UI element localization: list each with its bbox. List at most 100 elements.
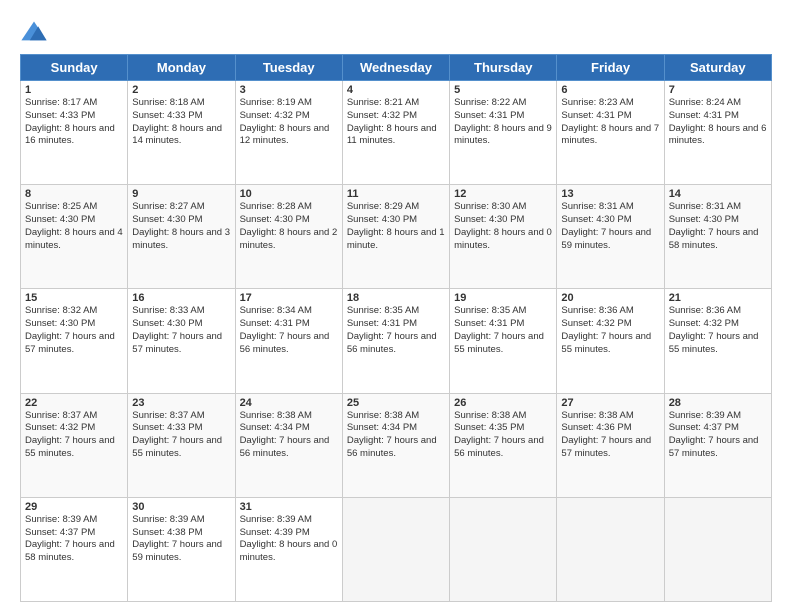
sunset-label: Sunset: 4:33 PM <box>132 422 202 433</box>
calendar-cell: 26 Sunrise: 8:38 AM Sunset: 4:35 PM Dayl… <box>450 393 557 497</box>
calendar-cell: 31 Sunrise: 8:39 AM Sunset: 4:39 PM Dayl… <box>235 497 342 601</box>
daylight-label: Daylight: 8 hours and 2 minutes. <box>240 227 338 251</box>
calendar-cell: 12 Sunrise: 8:30 AM Sunset: 4:30 PM Dayl… <box>450 185 557 289</box>
sunset-label: Sunset: 4:31 PM <box>669 110 739 121</box>
daylight-label: Daylight: 7 hours and 57 minutes. <box>561 435 651 459</box>
calendar-week-4: 22 Sunrise: 8:37 AM Sunset: 4:32 PM Dayl… <box>21 393 772 497</box>
day-number: 14 <box>669 188 767 200</box>
sunset-label: Sunset: 4:34 PM <box>347 422 417 433</box>
daylight-label: Daylight: 7 hours and 58 minutes. <box>25 539 115 563</box>
day-number: 3 <box>240 84 338 96</box>
day-number: 29 <box>25 501 123 513</box>
daylight-label: Daylight: 8 hours and 0 minutes. <box>454 227 552 251</box>
calendar-cell: 2 Sunrise: 8:18 AM Sunset: 4:33 PM Dayli… <box>128 81 235 185</box>
day-number: 12 <box>454 188 552 200</box>
day-number: 7 <box>669 84 767 96</box>
sunset-label: Sunset: 4:31 PM <box>454 110 524 121</box>
day-info: Sunrise: 8:32 AM Sunset: 4:30 PM Dayligh… <box>25 305 123 356</box>
daylight-label: Daylight: 7 hours and 55 minutes. <box>669 331 759 355</box>
sunrise-label: Sunrise: 8:35 AM <box>454 305 526 316</box>
daylight-label: Daylight: 7 hours and 57 minutes. <box>25 331 115 355</box>
calendar-cell: 10 Sunrise: 8:28 AM Sunset: 4:30 PM Dayl… <box>235 185 342 289</box>
sunset-label: Sunset: 4:30 PM <box>669 214 739 225</box>
sunset-label: Sunset: 4:32 PM <box>561 318 631 329</box>
sunset-label: Sunset: 4:36 PM <box>561 422 631 433</box>
day-number: 27 <box>561 397 659 409</box>
sunset-label: Sunset: 4:30 PM <box>347 214 417 225</box>
calendar-cell: 8 Sunrise: 8:25 AM Sunset: 4:30 PM Dayli… <box>21 185 128 289</box>
calendar-cell: 13 Sunrise: 8:31 AM Sunset: 4:30 PM Dayl… <box>557 185 664 289</box>
day-number: 20 <box>561 292 659 304</box>
day-info: Sunrise: 8:30 AM Sunset: 4:30 PM Dayligh… <box>454 201 552 252</box>
day-number: 13 <box>561 188 659 200</box>
calendar-cell: 14 Sunrise: 8:31 AM Sunset: 4:30 PM Dayl… <box>664 185 771 289</box>
day-number: 26 <box>454 397 552 409</box>
sunset-label: Sunset: 4:30 PM <box>240 214 310 225</box>
day-info: Sunrise: 8:35 AM Sunset: 4:31 PM Dayligh… <box>454 305 552 356</box>
day-number: 10 <box>240 188 338 200</box>
calendar-cell: 27 Sunrise: 8:38 AM Sunset: 4:36 PM Dayl… <box>557 393 664 497</box>
sunset-label: Sunset: 4:30 PM <box>25 318 95 329</box>
calendar-header-friday: Friday <box>557 55 664 81</box>
sunrise-label: Sunrise: 8:37 AM <box>132 410 204 421</box>
day-info: Sunrise: 8:33 AM Sunset: 4:30 PM Dayligh… <box>132 305 230 356</box>
day-info: Sunrise: 8:23 AM Sunset: 4:31 PM Dayligh… <box>561 97 659 148</box>
sunset-label: Sunset: 4:32 PM <box>25 422 95 433</box>
daylight-label: Daylight: 8 hours and 7 minutes. <box>561 123 659 147</box>
daylight-label: Daylight: 7 hours and 59 minutes. <box>132 539 222 563</box>
calendar-cell: 23 Sunrise: 8:37 AM Sunset: 4:33 PM Dayl… <box>128 393 235 497</box>
sunset-label: Sunset: 4:31 PM <box>454 318 524 329</box>
calendar-cell: 1 Sunrise: 8:17 AM Sunset: 4:33 PM Dayli… <box>21 81 128 185</box>
sunrise-label: Sunrise: 8:36 AM <box>561 305 633 316</box>
sunset-label: Sunset: 4:32 PM <box>347 110 417 121</box>
daylight-label: Daylight: 8 hours and 16 minutes. <box>25 123 115 147</box>
daylight-label: Daylight: 7 hours and 55 minutes. <box>454 331 544 355</box>
calendar-cell: 30 Sunrise: 8:39 AM Sunset: 4:38 PM Dayl… <box>128 497 235 601</box>
daylight-label: Daylight: 7 hours and 56 minutes. <box>347 435 437 459</box>
daylight-label: Daylight: 8 hours and 4 minutes. <box>25 227 123 251</box>
sunrise-label: Sunrise: 8:17 AM <box>25 97 97 108</box>
day-info: Sunrise: 8:19 AM Sunset: 4:32 PM Dayligh… <box>240 97 338 148</box>
sunset-label: Sunset: 4:35 PM <box>454 422 524 433</box>
day-number: 28 <box>669 397 767 409</box>
calendar-cell: 18 Sunrise: 8:35 AM Sunset: 4:31 PM Dayl… <box>342 289 449 393</box>
calendar-cell: 20 Sunrise: 8:36 AM Sunset: 4:32 PM Dayl… <box>557 289 664 393</box>
calendar-cell: 7 Sunrise: 8:24 AM Sunset: 4:31 PM Dayli… <box>664 81 771 185</box>
sunset-label: Sunset: 4:31 PM <box>347 318 417 329</box>
daylight-label: Daylight: 8 hours and 9 minutes. <box>454 123 552 147</box>
day-number: 15 <box>25 292 123 304</box>
day-number: 19 <box>454 292 552 304</box>
sunrise-label: Sunrise: 8:39 AM <box>240 514 312 525</box>
day-info: Sunrise: 8:31 AM Sunset: 4:30 PM Dayligh… <box>669 201 767 252</box>
sunrise-label: Sunrise: 8:22 AM <box>454 97 526 108</box>
sunrise-label: Sunrise: 8:39 AM <box>25 514 97 525</box>
daylight-label: Daylight: 7 hours and 55 minutes. <box>25 435 115 459</box>
logo-icon <box>20 18 48 46</box>
daylight-label: Daylight: 7 hours and 56 minutes. <box>454 435 544 459</box>
calendar-cell <box>342 497 449 601</box>
header <box>20 18 772 46</box>
calendar-cell: 22 Sunrise: 8:37 AM Sunset: 4:32 PM Dayl… <box>21 393 128 497</box>
day-number: 22 <box>25 397 123 409</box>
sunset-label: Sunset: 4:30 PM <box>25 214 95 225</box>
daylight-label: Daylight: 7 hours and 56 minutes. <box>240 435 330 459</box>
sunset-label: Sunset: 4:33 PM <box>25 110 95 121</box>
sunrise-label: Sunrise: 8:37 AM <box>25 410 97 421</box>
calendar-cell <box>664 497 771 601</box>
day-number: 11 <box>347 188 445 200</box>
calendar-cell: 16 Sunrise: 8:33 AM Sunset: 4:30 PM Dayl… <box>128 289 235 393</box>
day-info: Sunrise: 8:38 AM Sunset: 4:36 PM Dayligh… <box>561 410 659 461</box>
daylight-label: Daylight: 7 hours and 59 minutes. <box>561 227 651 251</box>
day-number: 16 <box>132 292 230 304</box>
day-info: Sunrise: 8:38 AM Sunset: 4:34 PM Dayligh… <box>347 410 445 461</box>
calendar-cell: 25 Sunrise: 8:38 AM Sunset: 4:34 PM Dayl… <box>342 393 449 497</box>
sunset-label: Sunset: 4:30 PM <box>561 214 631 225</box>
sunrise-label: Sunrise: 8:23 AM <box>561 97 633 108</box>
calendar-week-2: 8 Sunrise: 8:25 AM Sunset: 4:30 PM Dayli… <box>21 185 772 289</box>
sunset-label: Sunset: 4:34 PM <box>240 422 310 433</box>
calendar-body: 1 Sunrise: 8:17 AM Sunset: 4:33 PM Dayli… <box>21 81 772 602</box>
sunrise-label: Sunrise: 8:36 AM <box>669 305 741 316</box>
day-info: Sunrise: 8:39 AM Sunset: 4:37 PM Dayligh… <box>25 514 123 565</box>
daylight-label: Daylight: 8 hours and 6 minutes. <box>669 123 767 147</box>
sunset-label: Sunset: 4:31 PM <box>561 110 631 121</box>
